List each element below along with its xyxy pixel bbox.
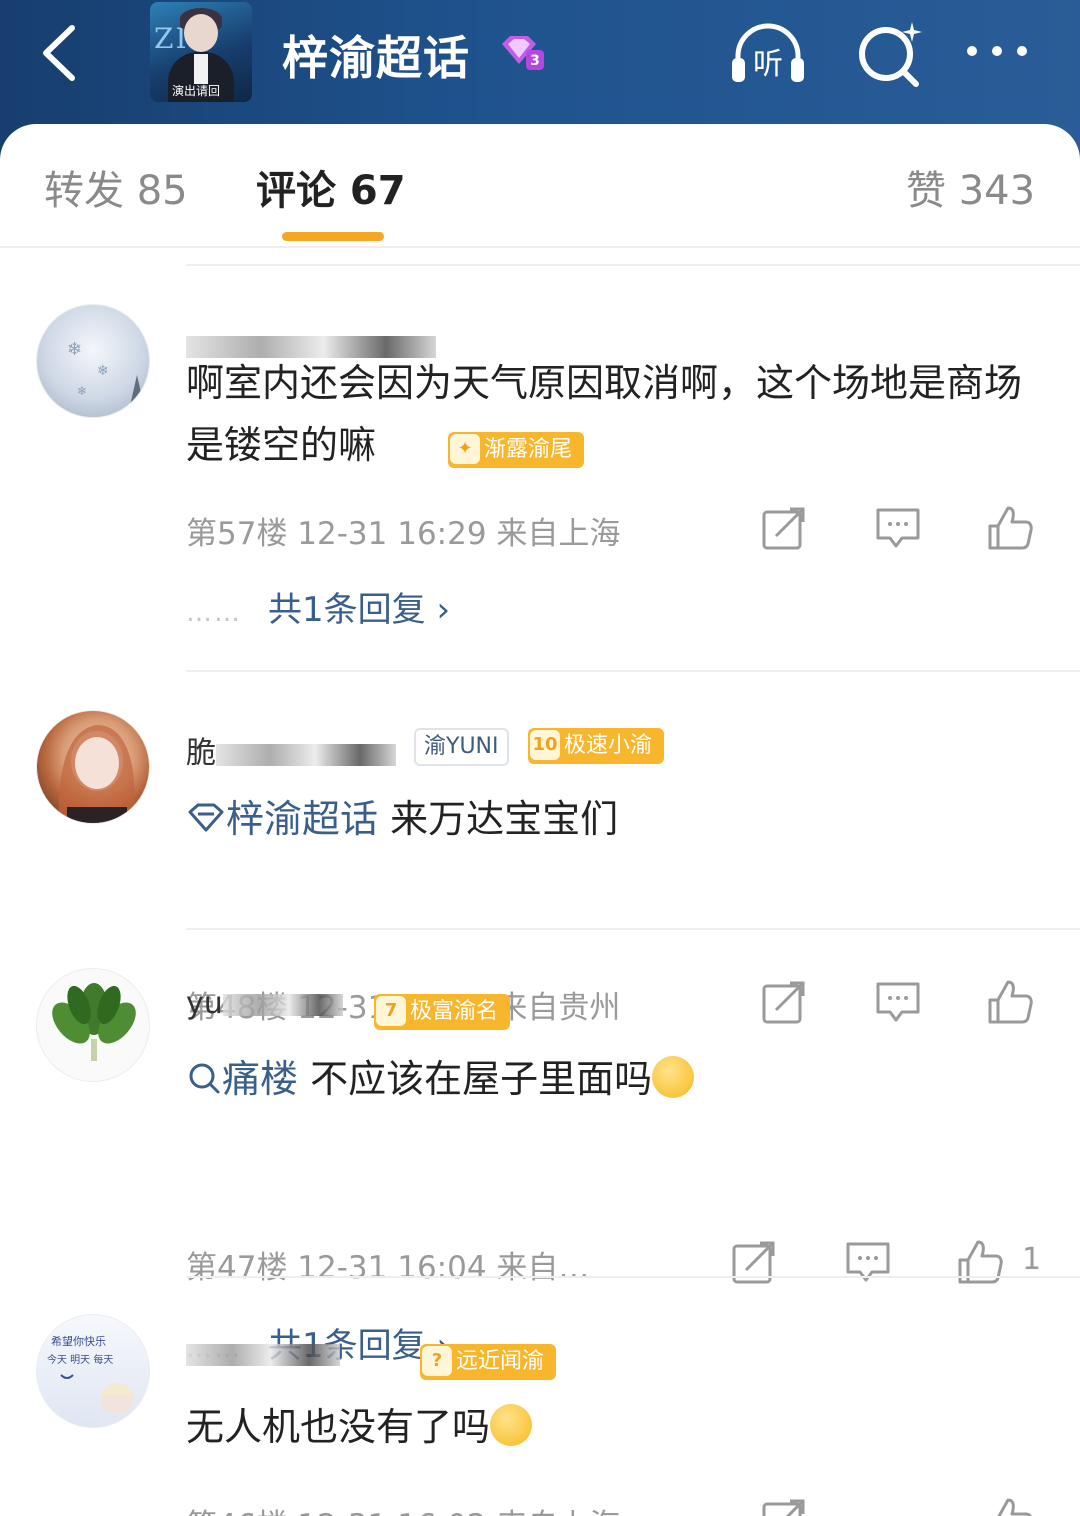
badge-label: 极富渝名: [410, 999, 499, 1024]
nickname-tag[interactable]: 渝YUNI: [414, 728, 509, 766]
like-icon[interactable]: [956, 1238, 1004, 1286]
share-icon[interactable]: [760, 978, 808, 1026]
listen-label: 听: [753, 47, 783, 82]
comment-text-main: 痛楼 不应该在屋子里面吗: [186, 1048, 1046, 1110]
svg-text:❄: ❄: [77, 384, 87, 398]
view-replies-link[interactable]: ……共1条回复 ›: [186, 582, 450, 631]
svg-text:❄: ❄: [67, 339, 82, 360]
avatar[interactable]: [36, 710, 150, 824]
share-icon[interactable]: [760, 1496, 808, 1516]
divider: [186, 1276, 1080, 1278]
supertopic-link[interactable]: 梓渝超话: [186, 797, 378, 841]
share-icon[interactable]: [730, 1238, 778, 1286]
blurred-name: [216, 743, 396, 766]
username[interactable]: 脆: [186, 728, 396, 772]
gem-level: 3: [530, 53, 540, 69]
comment-meta: 第57楼 12-31 16:29 来自上海: [186, 516, 621, 552]
cover-caption: 演出请回: [172, 84, 221, 98]
tab-like[interactable]: 赞 343: [906, 158, 1035, 216]
comment-text: 啊室内还会因为天气原因取消啊，这个场地是商场是镂空的嘛: [186, 361, 1023, 467]
avatar[interactable]: [36, 968, 150, 1082]
blurred-name: [222, 993, 343, 1016]
headphones-icon[interactable]: 听: [728, 18, 808, 88]
tab-comment[interactable]: 评论 67: [256, 158, 406, 216]
avatar-caption-1: 希望你快乐: [51, 1334, 106, 1348]
tab-repost[interactable]: 转发 85: [44, 158, 188, 216]
divider: [186, 670, 1080, 672]
comment-meta: 第47楼 12-31 16:04 来自…: [186, 1250, 590, 1286]
share-icon[interactable]: [760, 504, 808, 552]
badge-icon: ?: [422, 1346, 452, 1376]
search-icon[interactable]: [852, 18, 932, 88]
avatar[interactable]: 希望你快乐 今天 明天 每天: [36, 1314, 150, 1428]
badge-label: 极速小渝: [564, 733, 653, 758]
divider: [186, 264, 1080, 266]
badge-level-num: 7: [376, 996, 406, 1026]
svg-text:❄: ❄: [97, 363, 109, 379]
comment-text: 梓渝超话 来万达宝宝们: [186, 788, 1046, 850]
username[interactable]: [186, 1336, 340, 1371]
badge-level-num: 10: [530, 730, 560, 760]
comment-icon[interactable]: [874, 504, 922, 552]
crying-emoji-icon: [490, 1404, 533, 1446]
comment-meta: 第46楼 12-31 16:02 来自上海: [186, 1500, 620, 1516]
avatar[interactable]: ❄ ❄ ❄: [36, 304, 150, 418]
cover-face: [184, 14, 218, 52]
tab-bar: 转发 85 评论 67 赞 343: [0, 124, 1080, 248]
search-topic-icon: [189, 1063, 220, 1094]
back-arrow-icon[interactable]: [30, 18, 90, 88]
page-title[interactable]: 梓渝超话: [282, 22, 470, 88]
supertopic-cover-image[interactable]: ZI 演出请回: [150, 2, 252, 102]
gem-icon: 3: [498, 32, 548, 72]
topic-search-link[interactable]: 痛楼: [186, 1057, 298, 1101]
like-count: 1: [1022, 1242, 1042, 1277]
thinking-emoji-icon: [652, 1056, 695, 1098]
divider: [186, 928, 1080, 930]
like-icon[interactable]: [986, 978, 1034, 1026]
fan-level-badge[interactable]: 7 极富渝名: [374, 994, 511, 1030]
cover-shirt: [194, 54, 208, 84]
like-icon[interactable]: [986, 504, 1034, 552]
more-icon[interactable]: [962, 18, 1042, 88]
blurred-name: [186, 1343, 340, 1366]
comment-icon[interactable]: [844, 1238, 892, 1286]
supertopic-icon: [188, 803, 224, 832]
like-icon[interactable]: [986, 1496, 1034, 1516]
fan-level-badge[interactable]: 10 极速小渝: [528, 728, 665, 764]
comment-icon[interactable]: [874, 978, 922, 1026]
fan-level-badge[interactable]: ? 远近闻渝: [420, 1344, 557, 1380]
avatar-caption-2: 今天 明天 每天: [47, 1353, 113, 1366]
comments-sheet: 转发 85 评论 67 赞 343 ❄ ❄ ❄ ✦ 渐露渝尾 啊室内还会因为天气原…: [0, 124, 1080, 1516]
badge-label: 远近闻渝: [456, 1349, 545, 1374]
tab-active-indicator: [282, 232, 384, 241]
username[interactable]: yu: [186, 986, 343, 1021]
comment-text: 无人机也没有了吗: [186, 1396, 1046, 1458]
